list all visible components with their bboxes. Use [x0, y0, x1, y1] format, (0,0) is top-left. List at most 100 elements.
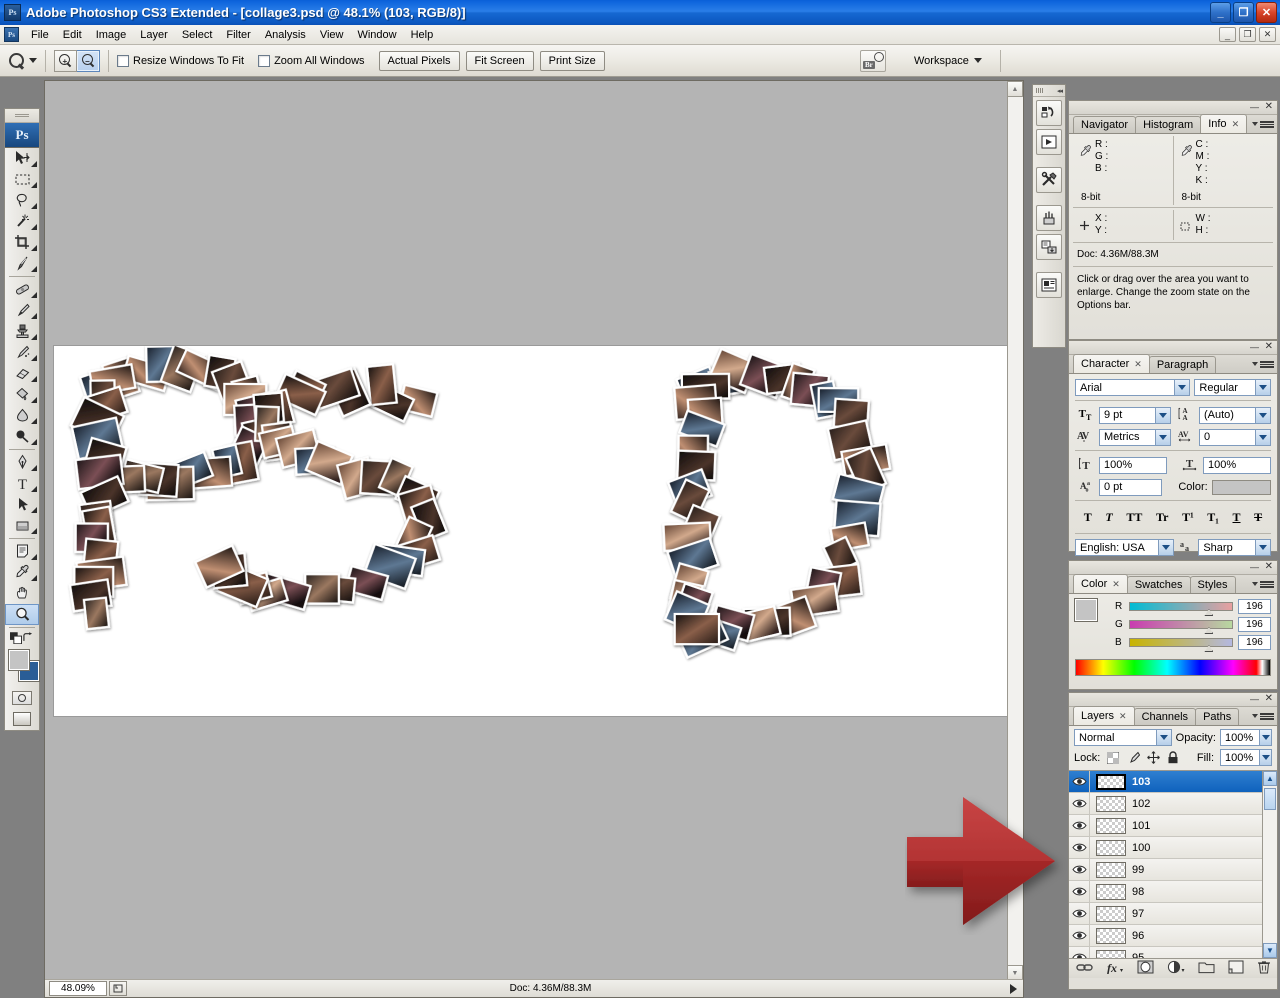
minimize-button[interactable]: _: [1210, 2, 1231, 23]
layer-thumbnail[interactable]: [1096, 927, 1126, 944]
menu-image[interactable]: Image: [89, 27, 134, 43]
expand-dock-icon[interactable]: ◂◂: [1057, 87, 1063, 95]
layer-style-icon[interactable]: fx: [1106, 960, 1124, 977]
notes-tool[interactable]: [5, 541, 39, 562]
green-value-input[interactable]: 196: [1238, 617, 1271, 632]
chevron-down-icon[interactable]: [1255, 407, 1270, 423]
zoom-all-windows-option[interactable]: Zoom All Windows: [258, 54, 365, 67]
go-to-bridge-button[interactable]: Br: [860, 49, 886, 72]
delete-layer-icon[interactable]: [1257, 960, 1271, 977]
tool-flyout-icon[interactable]: [31, 528, 37, 534]
table-row[interactable]: 102: [1069, 793, 1277, 815]
tool-flyout-icon[interactable]: [31, 203, 37, 209]
actual-pixels-button[interactable]: Actual Pixels: [378, 50, 460, 71]
panel-menu-button[interactable]: [1252, 118, 1274, 131]
scroll-down-button[interactable]: ▼: [1263, 943, 1277, 958]
tool-flyout-icon[interactable]: [31, 182, 37, 188]
close-icon[interactable]: ✕: [1119, 711, 1127, 722]
layer-mask-icon[interactable]: [1137, 960, 1154, 977]
document-restore-button[interactable]: ❐: [1239, 27, 1256, 42]
document-close-button[interactable]: ✕: [1259, 27, 1276, 42]
scroll-up-button[interactable]: ▲: [1263, 771, 1277, 786]
layers-scrollbar[interactable]: ▲ ▼: [1262, 771, 1277, 958]
panel-title-bar[interactable]: — ✕: [1069, 693, 1277, 707]
tab-color[interactable]: Color ✕: [1073, 574, 1128, 593]
collapse-icon[interactable]: —: [1250, 562, 1259, 572]
red-value-input[interactable]: 196: [1238, 599, 1271, 614]
chevron-down-icon[interactable]: [29, 58, 37, 63]
foreground-color-swatch[interactable]: [1074, 598, 1098, 622]
tool-flyout-icon[interactable]: [31, 418, 37, 424]
collapse-icon[interactable]: —: [1250, 102, 1259, 112]
tab-layers[interactable]: Layers ✕: [1073, 706, 1135, 725]
current-tool-indicator[interactable]: [8, 52, 37, 70]
font-family-select[interactable]: Arial: [1075, 379, 1191, 396]
tab-channels[interactable]: Channels: [1133, 708, 1197, 725]
new-group-icon[interactable]: [1198, 960, 1215, 977]
zoom-all-windows-checkbox[interactable]: [258, 54, 271, 67]
menu-view[interactable]: View: [313, 27, 351, 43]
chevron-down-icon[interactable]: [1158, 540, 1174, 555]
lock-position-icon[interactable]: [1146, 751, 1160, 765]
opacity-stepper-arrow[interactable]: [1259, 730, 1271, 745]
green-slider-thumb[interactable]: [1204, 627, 1214, 634]
tool-presets-icon[interactable]: [1036, 167, 1062, 193]
vertical-scale-input[interactable]: 100%: [1099, 456, 1167, 474]
layer-thumbnail[interactable]: [1096, 839, 1126, 856]
menu-select[interactable]: Select: [175, 27, 220, 43]
menu-edit[interactable]: Edit: [56, 27, 89, 43]
tool-flyout-icon[interactable]: [31, 266, 37, 272]
panel-title-bar[interactable]: — ✕: [1069, 341, 1277, 355]
color-panel-swatches[interactable]: [1074, 598, 1110, 634]
tool-flyout-icon[interactable]: [31, 376, 37, 382]
layer-comps-icon[interactable]: [1036, 272, 1062, 298]
blend-mode-select[interactable]: Normal: [1074, 729, 1172, 746]
print-size-button[interactable]: Print Size: [539, 50, 605, 71]
layer-thumbnail[interactable]: [1096, 773, 1126, 790]
rectangular-marquee-tool[interactable]: [5, 169, 39, 190]
tools-panel-header[interactable]: [5, 109, 39, 123]
tool-flyout-icon[interactable]: [31, 161, 37, 167]
tab-histogram[interactable]: Histogram: [1135, 116, 1202, 133]
close-icon[interactable]: ✕: [1232, 119, 1240, 130]
panel-title-bar[interactable]: — ✕: [1069, 561, 1277, 575]
underline-button[interactable]: T: [1233, 510, 1241, 525]
anti-alias-select[interactable]: Sharp: [1198, 539, 1271, 556]
tab-paragraph[interactable]: Paragraph: [1148, 356, 1217, 373]
resize-windows-to-fit-checkbox[interactable]: [117, 54, 129, 67]
subscript-button[interactable]: T₁: [1207, 510, 1219, 525]
tab-styles[interactable]: Styles: [1189, 576, 1236, 593]
layer-thumbnail[interactable]: [1096, 817, 1126, 834]
blue-slider-thumb[interactable]: [1204, 645, 1214, 652]
move-tool[interactable]: [5, 148, 39, 169]
foreground-color-swatch[interactable]: [8, 649, 30, 671]
lock-image-pixels-icon[interactable]: [1126, 751, 1140, 765]
layer-thumbnail[interactable]: [1096, 883, 1126, 900]
menu-analysis[interactable]: Analysis: [258, 27, 313, 43]
history-panel-icon[interactable]: [1036, 100, 1062, 126]
new-layer-icon[interactable]: [1228, 960, 1244, 977]
layer-thumbnail[interactable]: [1096, 861, 1126, 878]
spot-healing-brush-tool[interactable]: [5, 279, 39, 300]
kerning-select[interactable]: Metrics: [1099, 428, 1171, 446]
clone-source-icon[interactable]: [1036, 234, 1062, 260]
fit-screen-button[interactable]: Fit Screen: [465, 50, 534, 71]
workspace-chevron-down-icon[interactable]: [973, 58, 982, 63]
tool-flyout-icon[interactable]: [31, 355, 37, 361]
red-slider[interactable]: [1129, 602, 1233, 616]
tool-flyout-icon[interactable]: [31, 313, 37, 319]
chevron-down-icon[interactable]: [1255, 540, 1270, 555]
tool-flyout-icon[interactable]: [31, 397, 37, 403]
history-brush-tool[interactable]: [5, 342, 39, 363]
panel-menu-button[interactable]: [1252, 710, 1274, 723]
layer-visibility-toggle[interactable]: [1069, 947, 1090, 958]
zoom-level-input[interactable]: 48.09%: [49, 981, 107, 996]
eyedropper-tool[interactable]: [5, 562, 39, 583]
eraser-tool[interactable]: [5, 363, 39, 384]
blur-tool[interactable]: [5, 405, 39, 426]
tool-flyout-icon[interactable]: [31, 465, 37, 471]
tracking-select[interactable]: 0: [1199, 428, 1271, 446]
panel-title-bar[interactable]: — ✕: [1069, 101, 1277, 115]
table-row[interactable]: 100: [1069, 837, 1277, 859]
document-preview-button[interactable]: [109, 981, 127, 996]
